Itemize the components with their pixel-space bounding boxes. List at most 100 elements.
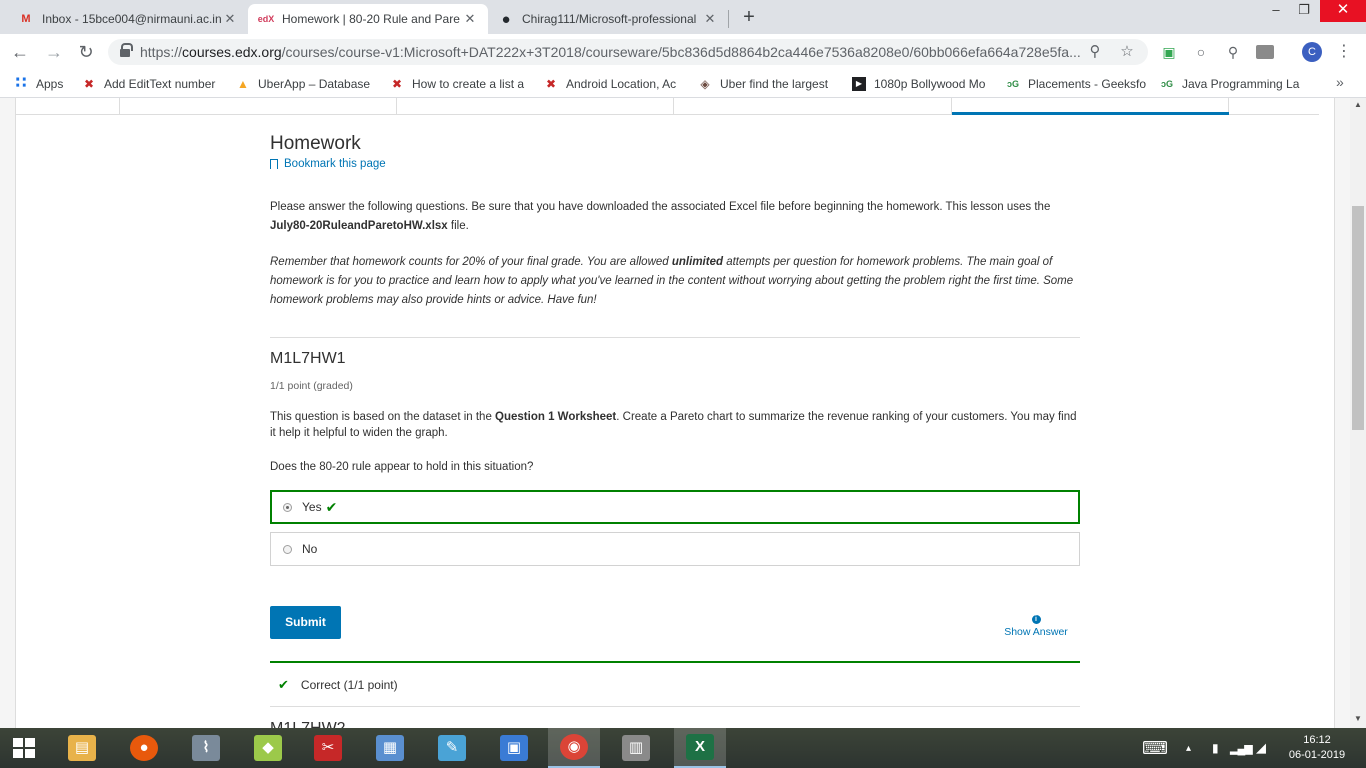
taskbar-chrome[interactable]: ◉ bbox=[548, 728, 600, 768]
page-viewport: Homework Bookmark this page Please answe… bbox=[0, 98, 1350, 728]
tab-github[interactable]: ● Chirag111/Microsoft-professional ✕ bbox=[488, 4, 728, 34]
github-icon: ● bbox=[501, 10, 511, 28]
taskbar-firefox[interactable]: ● bbox=[118, 728, 170, 768]
sequence-tab[interactable] bbox=[120, 98, 397, 114]
bookmark-icon bbox=[270, 159, 278, 172]
star-icon[interactable]: ☆ bbox=[1118, 43, 1136, 61]
taskbar-excel[interactable]: X bbox=[674, 728, 726, 768]
show-answer-button[interactable]: i Show Answer bbox=[998, 615, 1074, 638]
search-icon[interactable]: ⚲ bbox=[1086, 43, 1104, 61]
problem-question: Does the 80-20 rule appear to hold in th… bbox=[270, 461, 534, 473]
chrome-icon: ◉ bbox=[560, 734, 588, 760]
option-no[interactable]: No bbox=[270, 532, 1080, 566]
divider bbox=[270, 337, 1080, 338]
scroll-up-icon[interactable]: ▲ bbox=[1350, 98, 1366, 112]
bookmark-item[interactable]: ✖ Android Location, Ac bbox=[544, 75, 684, 93]
taskbar-task-manager[interactable]: ⌇ bbox=[180, 728, 232, 768]
forward-button[interactable]: → bbox=[42, 40, 66, 64]
vertical-scrollbar[interactable]: ▲ ▼ bbox=[1350, 98, 1366, 728]
problem-title: M1L7HW1 bbox=[270, 350, 346, 367]
bookmark-apps[interactable]: ∷ Apps bbox=[14, 75, 74, 93]
tab-close-icon[interactable]: ✕ bbox=[462, 11, 478, 27]
tab-title: Homework | 80-20 Rule and Pare bbox=[282, 12, 460, 26]
extension-box-icon[interactable] bbox=[1256, 45, 1274, 59]
system-clock[interactable]: 16:12 06-01-2019 bbox=[1282, 733, 1352, 763]
keyboard-icon[interactable]: ⌨ bbox=[1142, 728, 1168, 768]
restore-button[interactable]: ❐ bbox=[1292, 0, 1316, 22]
taskbar-sticky-notes[interactable]: ◆ bbox=[242, 728, 294, 768]
next-problem-title: M1L7HW2 bbox=[270, 720, 346, 728]
close-window-button[interactable]: ✕ bbox=[1320, 0, 1366, 22]
tab-homework[interactable]: edX Homework | 80-20 Rule and Pare ✕ bbox=[248, 4, 488, 34]
bookmark-item[interactable]: ◈ Uber find the largest bbox=[698, 75, 838, 93]
x-logo-icon: ✖ bbox=[391, 77, 403, 91]
taskbar-snipping-tool[interactable]: ✂ bbox=[302, 728, 354, 768]
tab-gmail-inbox[interactable]: M Inbox - 15bce004@nirmauni.ac.in ✕ bbox=[8, 4, 248, 34]
bookmark-page-link[interactable]: Bookmark this page bbox=[270, 158, 386, 172]
bookmark-item[interactable]: ▲ UberApp – Database bbox=[236, 75, 376, 93]
tab-title: Inbox - 15bce004@nirmauni.ac.in bbox=[42, 12, 222, 26]
apps-grid-icon: ∷ bbox=[15, 75, 27, 92]
flame-icon: ▲ bbox=[237, 77, 249, 91]
active-tab-indicator bbox=[952, 112, 1229, 115]
calculator-icon: ▦ bbox=[376, 735, 404, 761]
bookmark-item[interactable]: ✖ How to create a list a bbox=[390, 75, 530, 93]
extension-download-icon[interactable]: ▣ bbox=[1160, 43, 1178, 61]
snipping-tool-icon: ✂ bbox=[314, 735, 342, 761]
checkmark-icon: ✔ bbox=[278, 676, 289, 692]
diamond-icon: ◈ bbox=[700, 77, 710, 91]
taskbar-control-panel[interactable]: ▣ bbox=[488, 728, 540, 768]
x-logo-icon: ✖ bbox=[545, 77, 557, 91]
bookmarks-overflow-button[interactable]: » bbox=[1336, 74, 1344, 90]
reload-button[interactable]: ↻ bbox=[74, 40, 98, 64]
sequence-tab[interactable] bbox=[397, 98, 674, 114]
back-button[interactable]: ← bbox=[8, 40, 32, 64]
radio-button[interactable] bbox=[283, 544, 292, 554]
gmail-icon: M bbox=[21, 13, 31, 25]
database-icon: ▥ bbox=[622, 735, 650, 761]
bookmark-item[interactable]: ɔG Java Programming La bbox=[1160, 75, 1300, 93]
extension-glasses-icon[interactable]: ○ bbox=[1192, 43, 1210, 61]
radio-button[interactable] bbox=[283, 502, 292, 512]
menu-icon[interactable]: ⋮ bbox=[1336, 42, 1352, 62]
tab-close-icon[interactable]: ✕ bbox=[222, 11, 238, 27]
bookmark-item[interactable]: ✖ Add EditText number bbox=[82, 75, 222, 93]
avatar[interactable]: C bbox=[1302, 42, 1322, 62]
minimize-button[interactable]: – bbox=[1264, 0, 1288, 22]
bookmark-item[interactable]: ▶ 1080p Bollywood Mo bbox=[852, 75, 992, 93]
taskbar-database[interactable]: ▥ bbox=[610, 728, 662, 768]
new-tab-button[interactable]: + bbox=[738, 6, 760, 28]
signal-icon[interactable]: ▂▄▆ bbox=[1230, 728, 1253, 768]
taskbar-file-explorer[interactable]: ▤ bbox=[56, 728, 108, 768]
checkmark-icon: ✔ bbox=[325, 498, 338, 515]
start-button[interactable] bbox=[0, 728, 48, 768]
task-manager-icon: ⌇ bbox=[192, 735, 220, 761]
scrollbar-thumb[interactable] bbox=[1352, 206, 1364, 430]
option-yes[interactable]: Yes ✔ bbox=[270, 490, 1080, 524]
sequence-tab[interactable] bbox=[16, 98, 120, 114]
firefox-icon: ● bbox=[130, 735, 158, 761]
extension-search-icon[interactable]: ⚲ bbox=[1224, 43, 1242, 61]
page-title: Homework bbox=[270, 133, 361, 154]
tab-title: Chirag111/Microsoft-professional bbox=[522, 12, 697, 26]
address-bar[interactable]: https://courses.edx.org/courses/course-v… bbox=[108, 39, 1148, 65]
submit-button[interactable]: Submit bbox=[270, 606, 341, 639]
sequence-navigation bbox=[16, 98, 1319, 115]
sticky-notes-icon: ◆ bbox=[254, 735, 282, 761]
geeksforgeeks-icon: ɔG bbox=[1160, 79, 1173, 89]
tab-close-icon[interactable]: ✕ bbox=[702, 11, 718, 27]
sequence-tab[interactable] bbox=[674, 98, 952, 114]
scroll-down-icon[interactable]: ▼ bbox=[1350, 712, 1366, 726]
excel-file-name: July80-20RuleandParetoHW.xlsx bbox=[270, 220, 448, 232]
correct-notification: ✔ Correct (1/1 point) bbox=[270, 661, 1080, 707]
bookmark-item[interactable]: ɔG Placements - Geeksfo bbox=[1006, 75, 1146, 93]
battery-icon[interactable]: ▮ bbox=[1212, 728, 1219, 768]
tray-overflow-icon[interactable]: ▴ bbox=[1186, 728, 1191, 768]
volume-icon[interactable]: ◢ bbox=[1256, 728, 1266, 768]
taskbar-notepad[interactable]: ✎ bbox=[426, 728, 478, 768]
control-panel-icon: ▣ bbox=[500, 735, 528, 761]
problem-points: 1/1 point (graded) bbox=[270, 380, 353, 392]
windows-logo-icon bbox=[13, 738, 35, 758]
file-explorer-icon: ▤ bbox=[68, 735, 96, 761]
taskbar-calculator[interactable]: ▦ bbox=[364, 728, 416, 768]
